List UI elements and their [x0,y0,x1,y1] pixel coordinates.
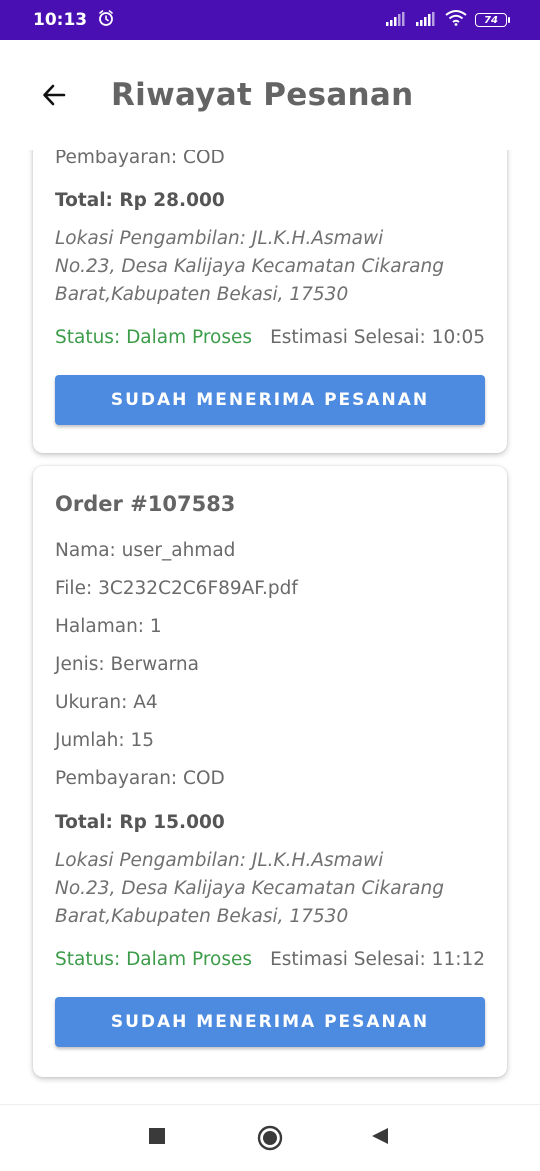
order-type: Jenis: Berwarna [55,654,199,675]
order-title: Order #107583 [55,492,236,516]
confirm-received-button[interactable]: SUDAH MENERIMA PESANAN [55,375,485,425]
order-status-row: Status: Dalam Proses Estimasi Selesai: 1… [55,327,485,348]
battery-icon: 74 [475,13,510,27]
order-pages: Halaman: 1 [55,616,162,637]
order-payment: Pembayaran: COD [55,768,225,789]
system-nav-bar [0,1104,540,1171]
home-button[interactable] [257,1125,283,1151]
app-bar: Riwayat Pesanan [0,40,540,150]
order-location: Lokasi Pengambilan: JL.K.H.Asmawi No.23,… [55,228,444,305]
wifi-icon [445,10,467,30]
square-icon [149,1128,165,1144]
page-title: Riwayat Pesanan [111,77,414,113]
status-bar: 10:13 74 [0,0,540,40]
arrow-left-icon [43,84,66,106]
status-bar-right: 74 [385,10,510,30]
order-payment: Pembayaran: COD [55,150,225,168]
estimate-time: Estimasi Selesai: 11:12 [270,949,485,970]
nav-back-button[interactable] [371,1127,389,1145]
order-total: Total: Rp 28.000 [55,190,225,211]
order-size: Ukuran: A4 [55,692,158,713]
battery-level: 74 [475,13,507,27]
circle-icon [257,1125,283,1151]
triangle-back-icon [372,1128,388,1144]
order-card: Pembayaran: COD Total: Rp 28.000 Lokasi … [33,150,507,453]
order-location: Lokasi Pengambilan: JL.K.H.Asmawi No.23,… [55,850,444,927]
order-file: File: 3C232C2C6F89AF.pdf [55,578,298,599]
order-total: Total: Rp 15.000 [55,812,225,833]
status-bar-left: 10:13 [33,9,115,32]
confirm-received-button[interactable]: SUDAH MENERIMA PESANAN [55,997,485,1047]
alarm-icon [97,9,115,32]
order-quantity: Jumlah: 15 [55,730,155,751]
estimate-time: Estimasi Selesai: 10:05 [270,327,485,348]
clock: 10:13 [33,10,88,30]
back-button[interactable] [34,75,74,115]
status-badge: Status: Dalam Proses [55,949,253,970]
status-badge: Status: Dalam Proses [55,327,253,348]
order-status-row: Status: Dalam Proses Estimasi Selesai: 1… [55,949,485,970]
recents-button[interactable] [148,1127,166,1145]
order-name: Nama: user_ahmad [55,540,236,561]
signal-icon [415,11,437,30]
order-list[interactable]: Pembayaran: COD Total: Rp 28.000 Lokasi … [0,150,540,1084]
signal-icon [385,11,407,30]
order-card: Order #107583 Nama: user_ahmad File: 3C2… [33,466,507,1077]
